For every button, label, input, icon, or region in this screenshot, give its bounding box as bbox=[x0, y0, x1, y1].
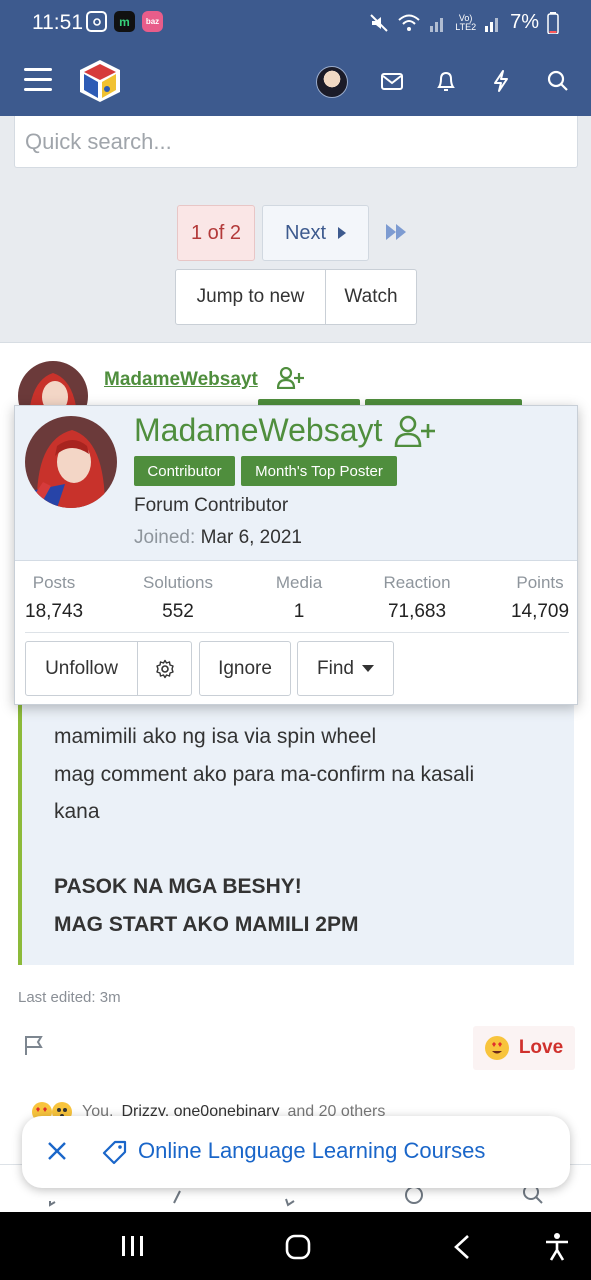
tag-icon bbox=[102, 1140, 127, 1165]
stat-media[interactable]: Media 1 bbox=[270, 573, 328, 623]
system-nav-bar bbox=[0, 1212, 591, 1280]
signal-icon bbox=[485, 17, 499, 32]
wifi-icon bbox=[398, 14, 420, 31]
quote-line: mag comment ako para ma-confirm na kasal… bbox=[54, 763, 475, 786]
member-name[interactable]: MadameWebsayt bbox=[134, 412, 382, 449]
love-label: Love bbox=[518, 1037, 564, 1058]
caret-down-icon bbox=[361, 664, 374, 672]
next-page-button[interactable]: Next bbox=[262, 205, 369, 261]
recents-icon[interactable] bbox=[120, 1234, 146, 1258]
stat-posts[interactable]: Posts 18,743 bbox=[25, 573, 83, 623]
quote-line: mamimili ako ng isa via spin wheel bbox=[54, 725, 377, 748]
add-user-icon[interactable] bbox=[394, 415, 436, 447]
status-bar: 11:51 m baz Vo) LTE2 7% bbox=[0, 0, 591, 46]
chevron-right-icon bbox=[338, 227, 347, 239]
status-time: 11:51 bbox=[32, 11, 83, 34]
battery-icon bbox=[547, 11, 559, 34]
quote-line: PASOK NA MGA BESHY! bbox=[54, 875, 302, 898]
mail-icon[interactable] bbox=[379, 68, 405, 94]
user-avatar[interactable] bbox=[316, 66, 348, 98]
member-title: Forum Contributor bbox=[134, 495, 289, 516]
love-reaction-button[interactable]: Love bbox=[473, 1026, 575, 1070]
status-app-icons: m baz bbox=[86, 11, 163, 32]
conversations-icon[interactable] bbox=[284, 1185, 308, 1207]
site-logo[interactable] bbox=[76, 56, 124, 106]
stat-solutions[interactable]: Solutions 552 bbox=[136, 573, 220, 623]
menu-icon[interactable] bbox=[24, 68, 52, 92]
member-joined: Joined: Mar 6, 2021 bbox=[134, 527, 302, 548]
pen-icon[interactable] bbox=[170, 1185, 186, 1205]
follow-settings-button[interactable] bbox=[137, 641, 192, 696]
battery-percent: 7% bbox=[510, 11, 539, 33]
chat-icon[interactable] bbox=[48, 1185, 72, 1207]
badge-top-poster: Month's Top Poster bbox=[241, 456, 397, 486]
next-label: Next bbox=[284, 221, 327, 244]
accessibility-icon[interactable] bbox=[544, 1232, 570, 1262]
signal-icon bbox=[430, 17, 444, 32]
find-dropdown-button[interactable]: Find bbox=[297, 641, 394, 696]
member-tooltip-card: MadameWebsayt Contributor Month's Top Po… bbox=[14, 405, 578, 705]
quote-line: kana bbox=[54, 800, 100, 823]
divider bbox=[25, 632, 569, 633]
thread-actions: Jump to new Watch bbox=[175, 269, 417, 325]
network-type: Vo) LTE2 bbox=[455, 12, 477, 32]
member-card-header: MadameWebsayt Contributor Month's Top Po… bbox=[15, 406, 577, 561]
quote-line: MAG START AKO MAMILI 2PM bbox=[54, 913, 359, 936]
search-icon[interactable] bbox=[545, 68, 571, 94]
close-icon[interactable] bbox=[46, 1140, 68, 1162]
badge-contributor: Contributor bbox=[134, 456, 235, 486]
app-header bbox=[0, 46, 591, 116]
bazaar-icon: baz bbox=[142, 11, 163, 32]
bell-icon[interactable] bbox=[433, 68, 459, 94]
page-current[interactable]: 1 of 2 bbox=[177, 205, 255, 261]
gear-icon bbox=[155, 659, 174, 678]
back-icon[interactable] bbox=[452, 1234, 472, 1260]
last-page-icon[interactable] bbox=[384, 222, 408, 242]
m-app-icon: m bbox=[114, 11, 135, 32]
report-flag-icon[interactable] bbox=[22, 1033, 46, 1057]
search-input[interactable] bbox=[15, 116, 577, 167]
post-username[interactable]: MadameWebsayt bbox=[104, 369, 258, 391]
member-avatar[interactable] bbox=[25, 416, 117, 508]
find-label: Find bbox=[317, 657, 354, 679]
post-quote: mamimili ako ng isa via spin wheel mag c… bbox=[18, 703, 574, 965]
suggestion-label[interactable]: Online Language Learning Courses bbox=[138, 1138, 485, 1164]
mute-icon bbox=[370, 13, 388, 32]
unfollow-button[interactable]: Unfollow bbox=[25, 641, 138, 696]
last-edited: Last edited: 3m bbox=[18, 989, 121, 1006]
home-icon[interactable] bbox=[284, 1233, 312, 1261]
heart-eyes-emoji-icon bbox=[484, 1036, 509, 1060]
stat-points[interactable]: Points 14,709 bbox=[509, 573, 571, 623]
watch-button[interactable]: Watch bbox=[326, 270, 416, 324]
stat-reaction[interactable]: Reaction 71,683 bbox=[377, 573, 457, 623]
bolt-icon[interactable] bbox=[488, 68, 514, 94]
quick-search[interactable] bbox=[14, 116, 578, 168]
suggestion-chip[interactable]: Online Language Learning Courses bbox=[22, 1116, 570, 1188]
add-user-icon[interactable] bbox=[277, 367, 305, 389]
ignore-button[interactable]: Ignore bbox=[199, 641, 291, 696]
jump-to-new-button[interactable]: Jump to new bbox=[176, 270, 326, 324]
status-right: Vo) LTE2 7% bbox=[369, 11, 559, 34]
instagram-icon bbox=[86, 11, 107, 32]
